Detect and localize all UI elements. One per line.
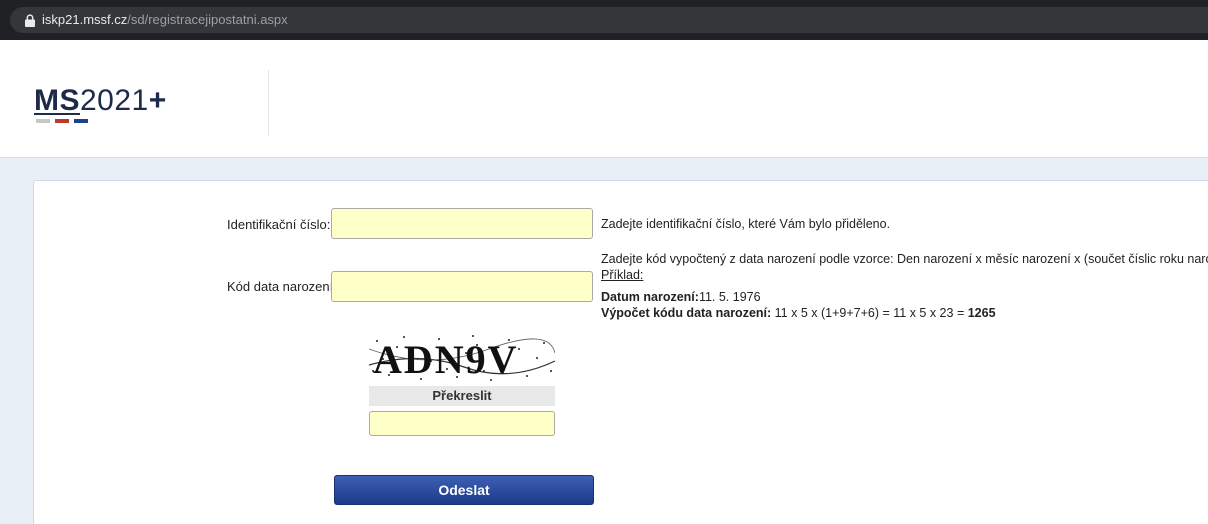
id-number-hint: Zadejte identifikační číslo, které Vám b… — [601, 217, 891, 231]
ms2021-logo[interactable]: MS2021+ — [34, 86, 174, 126]
browser-address-bar: iskp21.mssf.cz/sd/registracejipostatni.a… — [0, 0, 1208, 40]
logo-bar-blue — [74, 119, 88, 123]
url-text: iskp21.mssf.cz/sd/registracejipostatni.a… — [42, 12, 288, 28]
example-calc-formula: 11 x 5 x (1+9+7+6) = 11 x 5 x 23 = — [771, 306, 968, 320]
id-number-input[interactable] — [331, 208, 593, 239]
submit-button[interactable]: Odeslat — [334, 475, 594, 505]
logo-color-bars — [36, 119, 96, 123]
logo-bar-red — [55, 119, 69, 123]
id-number-label: Identifikační číslo: — [227, 217, 331, 232]
example-dob: Datum narození:11. 5. 1976 — [601, 289, 761, 305]
logo-plus: + — [148, 84, 167, 117]
example-dob-label: Datum narození: — [601, 290, 699, 304]
captcha-image: ADN9V — [369, 331, 555, 385]
redraw-captcha-button[interactable]: Překreslit — [369, 386, 555, 406]
birth-code-hint: Zadejte kód vypočtený z data narození po… — [601, 252, 1208, 266]
example-calculation: Výpočet kódu data narození: 11 x 5 x (1+… — [601, 305, 996, 321]
url-field[interactable]: iskp21.mssf.cz/sd/registracejipostatni.a… — [10, 7, 1208, 33]
site-header: MS2021+ — [0, 40, 1208, 158]
captcha-input[interactable] — [369, 411, 555, 436]
birth-code-input[interactable] — [331, 271, 593, 302]
url-path: /sd/registracejipostatni.aspx — [127, 12, 288, 27]
lock-icon — [25, 14, 35, 27]
url-host: iskp21.mssf.cz — [42, 12, 128, 27]
logo-bar-gray — [36, 119, 50, 123]
example-dob-value: 11. 5. 1976 — [698, 290, 761, 304]
example-calc-label: Výpočet kódu data narození: — [601, 306, 772, 320]
example-heading: Příklad: — [601, 268, 644, 282]
logo-ms: MS — [34, 84, 80, 117]
birth-code-label: Kód data narození — [227, 279, 334, 294]
example-calc-result: 1265 — [967, 306, 996, 320]
header-divider — [268, 70, 269, 136]
captcha-text: ADN9V — [373, 337, 519, 382]
logo-year: 2021 — [80, 84, 149, 117]
